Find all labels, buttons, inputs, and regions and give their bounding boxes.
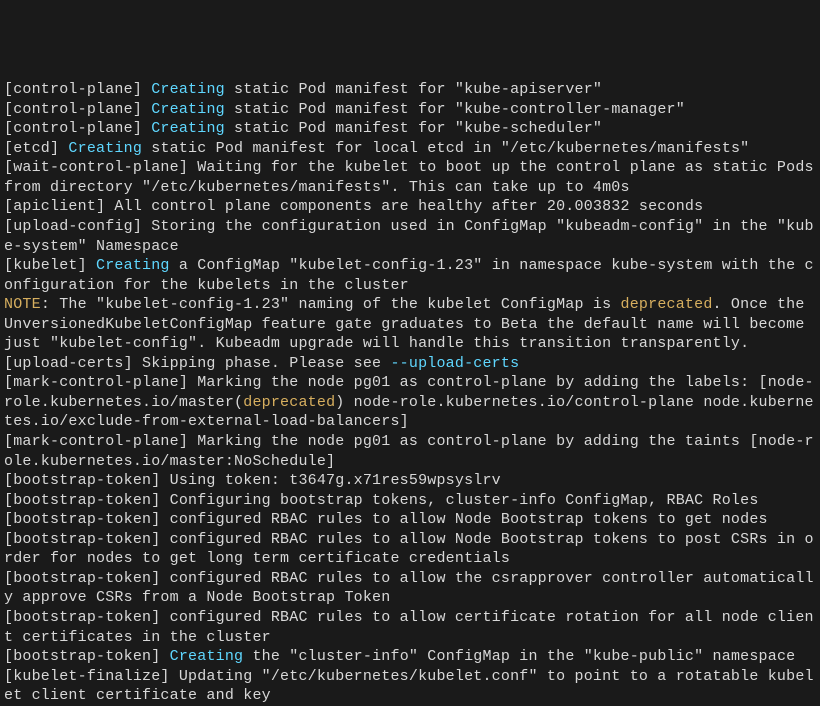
terminal-text-token: the "cluster-info" ConfigMap in the "kub…	[243, 648, 795, 665]
terminal-text-token: [bootstrap-token] configured RBAC rules …	[4, 570, 814, 607]
terminal-text-token: [bootstrap-token] configured RBAC rules …	[4, 511, 768, 528]
terminal-text-token: static Pod manifest for "kube-apiserver"	[225, 81, 602, 98]
terminal-text-token: [bootstrap-token] configured RBAC rules …	[4, 531, 814, 568]
terminal-text-token: --upload-certs	[390, 355, 519, 372]
terminal-text-token: [mark-control-plane] Marking the node pg…	[4, 433, 814, 470]
terminal-text-token: Creating	[170, 648, 244, 665]
terminal-text-token: deprecated	[621, 296, 713, 313]
terminal-text-token: [wait-control-plane] Waiting for the kub…	[4, 159, 820, 196]
terminal-text-token: [bootstrap-token] Configuring bootstrap …	[4, 492, 759, 509]
terminal-text-token: [apiclient] All control plane components…	[4, 198, 703, 215]
terminal-text-token: Creating	[151, 101, 225, 118]
terminal-text-token: Creating	[151, 120, 225, 137]
terminal-text-token: [control-plane]	[4, 101, 151, 118]
terminal-text-token: Creating	[151, 81, 225, 98]
terminal-text-token: static Pod manifest for local etcd in "/…	[142, 140, 749, 157]
terminal-text-token: static Pod manifest for "kube-scheduler"	[225, 120, 602, 137]
terminal-text-token: Creating	[96, 257, 170, 274]
terminal-text-token: [upload-certs] Skipping phase. Please se…	[4, 355, 390, 372]
terminal-text-token: : The "kubelet-config-1.23" naming of th…	[41, 296, 621, 313]
terminal-text-token: static Pod manifest for "kube-controller…	[225, 101, 685, 118]
terminal-text-token: [etcd]	[4, 140, 68, 157]
terminal-text-token: [upload-config] Storing the configuratio…	[4, 218, 814, 255]
terminal-text-token: [kubelet-finalize] Updating "/etc/kubern…	[4, 668, 814, 705]
terminal-text-token: [control-plane]	[4, 120, 151, 137]
terminal-text-token: [bootstrap-token] Using token: t3647g.x7…	[4, 472, 501, 489]
terminal-text-token: [control-plane]	[4, 81, 151, 98]
terminal-output: [control-plane] Creating static Pod mani…	[4, 80, 816, 706]
terminal-text-token: NOTE	[4, 296, 41, 313]
terminal-text-token: [kubelet]	[4, 257, 96, 274]
terminal-text-token: Creating	[68, 140, 142, 157]
terminal-text-token: [bootstrap-token] configured RBAC rules …	[4, 609, 814, 646]
terminal-text-token: deprecated	[243, 394, 335, 411]
terminal-text-token: [bootstrap-token]	[4, 648, 170, 665]
